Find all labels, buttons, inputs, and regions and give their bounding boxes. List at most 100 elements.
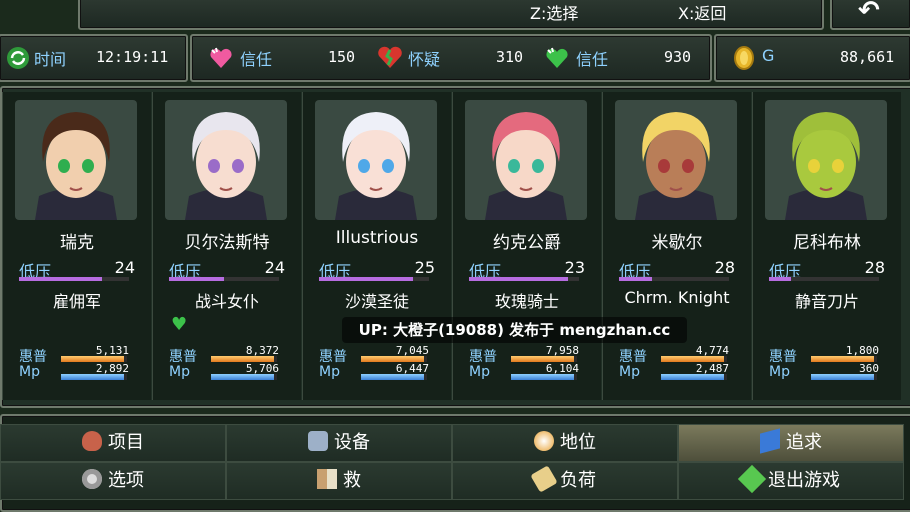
chase-label: 追求: [786, 432, 822, 453]
gold-value: 88,661: [840, 48, 895, 66]
pink-heart-icon: [210, 47, 232, 68]
character-level: 23: [564, 258, 585, 277]
gold-coin-icon: [734, 46, 754, 70]
character-class: 雇佣军: [52, 292, 101, 311]
party-member-card[interactable]: 尼科布林 低压 28 静音刀片 惠普 1,800 Mp 360: [752, 92, 901, 400]
character-class: 静音刀片: [794, 292, 859, 311]
character-level: 28: [714, 258, 735, 277]
gold-label: G: [762, 46, 775, 65]
hp-label: 惠普: [469, 349, 497, 365]
gear-icon: [82, 469, 102, 489]
time-label: 时间: [34, 50, 67, 69]
items-button[interactable]: 项目: [0, 424, 226, 462]
chase-button[interactable]: 追求: [678, 424, 904, 462]
character-portrait: [15, 100, 137, 220]
hp-label: 惠普: [169, 349, 197, 365]
hp-value: 4,774: [695, 344, 729, 357]
character-name: 约克公爵: [493, 233, 561, 253]
trust2-value: 930: [664, 48, 692, 66]
mp-label: Mp: [319, 364, 340, 380]
options-button[interactable]: 选项: [0, 462, 226, 500]
status-gauge: [469, 277, 579, 281]
mp-value: 2,892: [95, 362, 129, 375]
watermark-text: UP: 大橙子(19088) 发布于 mengzhan.cc: [342, 317, 687, 343]
party-member-card[interactable]: 瑞克 低压 24 雇佣军 惠普 5,131 Mp 2,892: [2, 92, 151, 400]
hp-value: 5,131: [95, 344, 129, 357]
scroll-icon: [530, 465, 558, 493]
select-hint: Z:选择: [530, 4, 579, 23]
mp-label: Mp: [19, 364, 40, 380]
hp-label: 惠普: [619, 349, 647, 365]
quit-game-button[interactable]: 退出游戏: [678, 462, 904, 500]
character-portrait: [315, 100, 437, 220]
rescue-label: 救: [343, 470, 361, 491]
pouch-icon: [82, 431, 102, 451]
burden-label: 负荷: [560, 470, 596, 491]
rescue-button[interactable]: 救: [226, 462, 452, 500]
doubt-value: 310: [496, 48, 524, 66]
character-level: 24: [264, 258, 285, 277]
party-member-card[interactable]: Illustrious 低压 25 沙漠圣徒 惠普 7,045 Mp 6,447: [302, 92, 451, 400]
green-heart-icon: ♥: [171, 314, 188, 335]
book-icon: [760, 428, 780, 454]
relationship-panel: 信任 150 怀疑 310 信任 930: [190, 34, 712, 82]
mp-label: Mp: [469, 364, 490, 380]
armor-icon: [308, 431, 328, 451]
character-name: 尼科布林: [793, 233, 861, 253]
hp-label: 惠普: [319, 349, 347, 365]
equipment-label: 设备: [334, 432, 370, 453]
party-member-card[interactable]: 约克公爵 低压 23 玫瑰骑士 惠普 7,958 Mp 6,104: [452, 92, 601, 400]
status-gauge: [169, 277, 279, 281]
mp-value: 360: [859, 362, 879, 375]
character-level: 25: [414, 258, 435, 277]
mp-label: Mp: [169, 364, 190, 380]
time-panel: 时间 12:19:11: [0, 34, 188, 82]
character-class: Chrm. Knight: [624, 288, 730, 307]
hp-value: 1,800: [845, 344, 879, 357]
mp-label: Mp: [619, 364, 640, 380]
mp-value: 6,104: [545, 362, 579, 375]
doubt-label: 怀疑: [408, 50, 441, 69]
character-class: 战斗女仆: [194, 292, 259, 311]
character-portrait: [765, 100, 887, 220]
party-member-card[interactable]: 米歇尔 低压 28 Chrm. Knight 惠普 4,774 Mp 2,487: [602, 92, 751, 400]
trust-label: 信任: [240, 50, 273, 69]
character-level: 28: [864, 258, 885, 277]
hp-value: 8,372: [245, 344, 279, 357]
equipment-button[interactable]: 设备: [226, 424, 452, 462]
status-gauge: [319, 277, 429, 281]
status-gauge: [19, 277, 129, 281]
character-name: 米歇尔: [651, 233, 703, 253]
gold-panel: G 88,661: [714, 34, 910, 82]
status-button[interactable]: 地位: [452, 424, 678, 462]
mp-value: 5,706: [245, 362, 279, 375]
mp-value: 6,447: [395, 362, 429, 375]
party-member-card[interactable]: 贝尔法斯特 低压 24 战斗女仆 惠普 8,372 Mp 5,706 ♥: [152, 92, 301, 400]
trust2-label: 信任: [576, 50, 609, 69]
character-class: 沙漠圣徒: [344, 292, 409, 311]
character-class: 玫瑰骑士: [494, 292, 559, 311]
back-button[interactable]: ↶: [830, 0, 910, 30]
back-hint: X:返回: [678, 4, 727, 23]
character-portrait: [615, 100, 737, 220]
trust-value: 150: [328, 48, 356, 66]
person-aura-icon: [534, 431, 554, 451]
quit-label: 退出游戏: [768, 470, 840, 491]
burden-button[interactable]: 负荷: [452, 462, 678, 500]
character-portrait: [465, 100, 587, 220]
character-portrait: [165, 100, 287, 220]
character-name: Illustrious: [335, 228, 419, 248]
mp-label: Mp: [769, 364, 790, 380]
hp-value: 7,045: [395, 344, 429, 357]
green-heart-icon: [546, 47, 568, 68]
mp-value: 2,487: [695, 362, 729, 375]
hp-value: 7,958: [545, 344, 579, 357]
options-label: 选项: [108, 470, 144, 491]
controls-hint-bar: Z:选择 X:返回: [78, 0, 824, 30]
open-book-icon: [317, 469, 337, 489]
character-name: 瑞克: [60, 233, 94, 253]
refresh-icon: [7, 47, 29, 69]
status-label: 地位: [560, 432, 596, 453]
hp-label: 惠普: [19, 349, 47, 365]
time-value: 12:19:11: [96, 48, 169, 66]
